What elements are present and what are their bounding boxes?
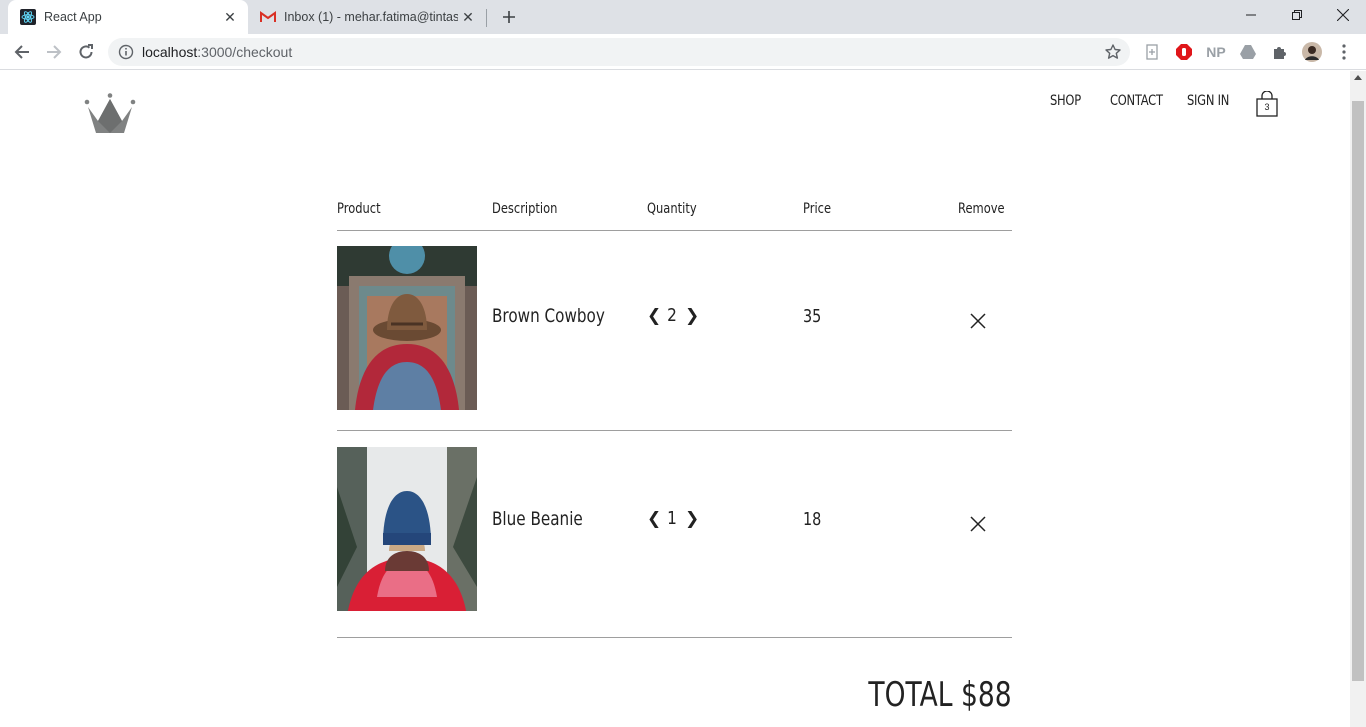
info-icon[interactable] [118,44,134,60]
tab-close-icon[interactable]: ✕ [458,7,478,27]
scroll-up-icon[interactable] [1354,75,1362,80]
tab-strip: React App ✕ Inbox (1) - mehar.fatima@tin… [0,0,1366,34]
forward-icon[interactable] [40,38,68,66]
profile-avatar[interactable] [1302,42,1322,62]
quantity-stepper: ❮ 1 ❯ [647,508,699,529]
extension-page-icon[interactable] [1142,42,1162,62]
url-host: localhost [142,44,198,60]
tab-title: React App [44,10,102,24]
minimize-icon[interactable] [1228,0,1274,30]
column-quantity: Quantity [647,201,697,217]
increase-quantity-icon[interactable]: ❯ [685,306,699,326]
checkout-total: TOTAL $88 [868,675,1012,715]
chrome-menu-icon[interactable] [1334,42,1354,62]
bookmark-star-icon[interactable] [1104,43,1122,61]
back-icon[interactable] [8,38,36,66]
adblock-icon[interactable] [1174,42,1194,62]
cart-count: 3 [1264,102,1270,112]
nav-sign-in[interactable]: SIGN IN [1187,93,1229,109]
product-price: 18 [803,509,822,530]
column-description: Description [492,201,558,217]
crown-logo[interactable] [84,93,136,133]
checkout-item: Blue Beanie ❮ 1 ❯ 18 [337,432,1012,638]
remove-item-icon[interactable] [969,312,987,330]
product-image-beanie [337,447,477,611]
checkout-header-row: Product Description Quantity Price Remov… [337,199,1012,231]
column-price: Price [803,201,832,217]
react-icon [20,9,36,25]
close-window-icon[interactable] [1320,0,1366,30]
checkout-item: Brown Cowboy ❮ 2 ❯ 35 [337,231,1012,431]
gmail-icon [260,9,276,25]
product-price: 35 [803,306,822,327]
tab-close-icon[interactable]: ✕ [220,7,240,27]
quantity-value: 2 [667,305,677,326]
column-product: Product [337,201,381,217]
nav-shop[interactable]: SHOP [1050,93,1081,109]
extensions-puzzle-icon[interactable] [1270,42,1290,62]
page-content: SHOP CONTACT SIGN IN 3 Product Descripti… [0,71,1350,727]
tab-separator [486,9,487,27]
reload-icon[interactable] [72,38,100,66]
page-scrollbar[interactable] [1350,71,1366,727]
decrease-quantity-icon[interactable]: ❮ [647,509,661,529]
new-tab-icon[interactable] [498,6,520,28]
quantity-stepper: ❮ 2 ❯ [647,305,699,326]
quantity-value: 1 [667,508,677,529]
nav-contact[interactable]: CONTACT [1110,93,1163,109]
tab-title: Inbox (1) - mehar.fatima@tintash [284,10,458,24]
drive-icon[interactable] [1238,42,1258,62]
scrollbar-thumb[interactable] [1352,101,1364,681]
address-bar[interactable]: localhost:3000/checkout [108,38,1130,66]
restore-icon[interactable] [1274,0,1320,30]
decrease-quantity-icon[interactable]: ❮ [647,306,661,326]
tab-react-app[interactable]: React App ✕ [8,0,248,34]
product-name: Blue Beanie [492,508,583,530]
browser-toolbar: localhost:3000/checkout NP [0,34,1366,70]
url-text: localhost:3000/checkout [142,44,292,60]
url-path: :3000/checkout [197,44,293,60]
product-image-hat [337,246,477,410]
np-extension-icon[interactable]: NP [1204,42,1228,62]
column-remove: Remove [958,201,1005,217]
tab-gmail-inbox[interactable]: Inbox (1) - mehar.fatima@tintash ✕ [250,0,486,34]
increase-quantity-icon[interactable]: ❯ [685,509,699,529]
remove-item-icon[interactable] [969,515,987,533]
product-name: Brown Cowboy [492,305,605,327]
